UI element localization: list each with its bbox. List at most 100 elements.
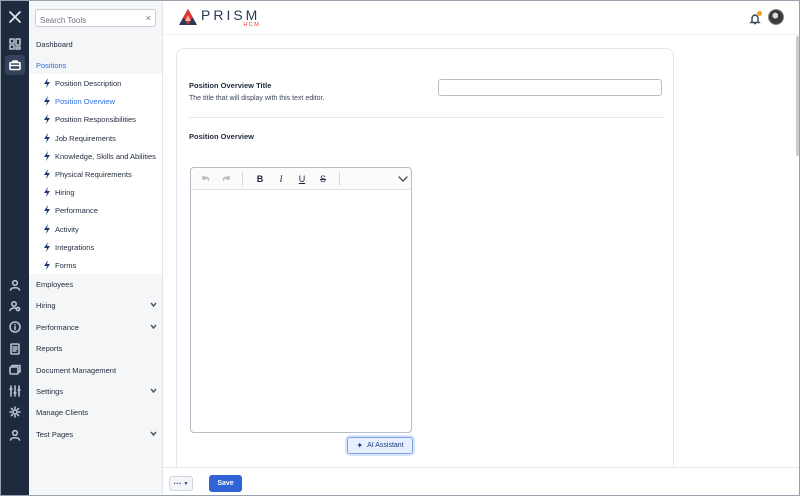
sidebar-item-label: Hiring	[36, 300, 56, 310]
report-icon[interactable]	[5, 339, 25, 359]
search-box: ×	[35, 9, 156, 29]
overview-title-description: The title that will display with this te…	[189, 95, 325, 102]
dashboard-icon[interactable]	[5, 34, 25, 54]
chevron-down-icon	[150, 323, 157, 330]
sidebar-item-label: Manage Clients	[36, 407, 89, 417]
bolt-icon	[43, 169, 51, 179]
clear-search-icon[interactable]: ×	[146, 12, 151, 24]
form-card: Position Overview Title The title that w…	[176, 48, 674, 495]
bolt-icon	[43, 260, 51, 270]
sidebar-subitem[interactable]: Performance	[29, 201, 162, 219]
prism-logo[interactable]: PRISM HCM	[178, 8, 260, 28]
sidebar-item-label: Settings	[36, 386, 64, 396]
sidebar-item-label: Document Management	[36, 365, 117, 375]
main-content: Position Overview Title The title that w…	[163, 36, 799, 495]
save-button[interactable]: Save	[209, 475, 242, 492]
bolt-icon	[43, 133, 51, 143]
sidebar-subitem[interactable]: Hiring	[29, 183, 162, 201]
redo-icon[interactable]	[220, 173, 232, 185]
toolbar-separator	[242, 172, 243, 186]
bolt-icon	[43, 78, 51, 88]
person-search-icon[interactable]	[5, 296, 25, 316]
sidebar-item-test-pages[interactable]: Test Pages	[29, 425, 162, 443]
overview-title-label: Position Overview Title	[189, 81, 272, 90]
sidebar-subitem[interactable]: Position Description	[29, 74, 162, 92]
info-icon[interactable]	[5, 317, 25, 337]
chevron-down-icon	[150, 301, 157, 308]
sidebar-item-label: Performance	[36, 322, 79, 332]
sidebar-item-label: Positions	[36, 60, 67, 70]
underline-button[interactable]: U	[296, 173, 308, 185]
sidebar-subitem[interactable]: Integrations	[29, 238, 162, 256]
undo-icon[interactable]	[199, 173, 211, 185]
caret-down-icon: ▼	[183, 480, 189, 487]
more-actions-label: ···	[173, 479, 182, 488]
ai-assistant-label: AI Assistant	[367, 442, 404, 449]
user-avatar[interactable]	[768, 9, 784, 25]
chevron-down-icon	[150, 430, 157, 437]
folders-icon[interactable]	[5, 360, 25, 380]
close-icon[interactable]	[5, 7, 25, 27]
bolt-icon	[43, 151, 51, 161]
sidebar-item-dashboard[interactable]: Dashboard	[29, 35, 162, 53]
ai-assistant-button[interactable]: ✦ AI Assistant	[347, 437, 413, 454]
positions-submenu: Position Description Position Overview P…	[29, 74, 162, 274]
top-header: PRISM HCM	[163, 1, 799, 35]
bold-button[interactable]: B	[254, 173, 266, 185]
sidebar-item-employees[interactable]: Employees	[29, 275, 162, 293]
scrollbar[interactable]	[796, 36, 799, 156]
sidebar-item-hiring[interactable]: Hiring	[29, 296, 162, 314]
sidebar-subitem[interactable]: Knowledge, Skills and Abilities	[29, 147, 162, 165]
sidebar-subitem[interactable]: Forms	[29, 256, 162, 274]
sidebar-item-positions[interactable]: Positions	[29, 56, 162, 74]
sidebar-item-performance[interactable]: Performance	[29, 318, 162, 336]
icon-rail	[1, 1, 29, 495]
search-input[interactable]	[36, 12, 136, 29]
rich-text-editor[interactable]: B I U S	[190, 167, 412, 433]
sidebar-item-label: Test Pages	[36, 429, 74, 439]
sidebar-item-label: Dashboard	[36, 39, 73, 49]
sidebar-subitem-label: Position Overview	[55, 96, 116, 106]
italic-button[interactable]: I	[275, 173, 287, 185]
sidebar-subitem[interactable]: Physical Requirements	[29, 165, 162, 183]
bolt-icon	[43, 205, 51, 215]
briefcase-icon[interactable]	[5, 55, 25, 75]
sidebar-item-document-management[interactable]: Document Management	[29, 361, 162, 379]
sidebar-subitem[interactable]: Job Requirements	[29, 129, 162, 147]
toolbar-separator	[339, 172, 340, 186]
gear-icon[interactable]	[5, 402, 25, 422]
bolt-icon	[43, 242, 51, 252]
bolt-icon	[43, 224, 51, 234]
sidebar-subitem-label: Job Requirements	[55, 133, 116, 143]
brand-name: PRISM	[201, 7, 261, 23]
sidebar-item-settings[interactable]: Settings	[29, 382, 162, 400]
sidebar-subitem-label: Forms	[55, 260, 77, 270]
sidebar-subitem-label: Physical Requirements	[55, 169, 132, 179]
editor-toolbar: B I U S	[191, 168, 411, 190]
settings-sliders-icon[interactable]	[5, 381, 25, 401]
overview-title-input[interactable]	[438, 79, 662, 96]
sidebar-item-label: Reports	[36, 343, 63, 353]
sidebar-subitem-current[interactable]: Position Overview	[29, 92, 162, 110]
sidebar-item-reports[interactable]: Reports	[29, 339, 162, 357]
chevron-down-icon[interactable]	[397, 173, 409, 185]
more-actions-button[interactable]: ··· ▼	[169, 476, 193, 491]
sidebar-subitem-label: Activity	[55, 224, 79, 234]
footer-bar: ··· ▼ Save	[163, 467, 799, 495]
sidebar-subitem[interactable]: Position Responsibilities	[29, 110, 162, 128]
person-circle-icon[interactable]	[5, 425, 25, 445]
notification-dot	[757, 11, 762, 16]
chevron-down-icon	[150, 387, 157, 394]
sidebar-subitem-label: Integrations	[55, 242, 95, 252]
sidebar-item-manage-clients[interactable]: Manage Clients	[29, 403, 162, 421]
sidebar-item-label: Employees	[36, 279, 74, 289]
notifications-bell-icon[interactable]	[749, 11, 762, 25]
sidebar-subitem-label: Knowledge, Skills and Abilities	[55, 151, 156, 161]
divider	[189, 117, 665, 118]
sidebar-subitem[interactable]: Activity	[29, 220, 162, 238]
person-icon[interactable]	[5, 275, 25, 295]
bolt-icon	[43, 96, 51, 106]
sidebar: × Dashboard Positions Position Descripti…	[29, 1, 163, 495]
sparkle-icon: ✦	[356, 441, 364, 450]
strikethrough-button[interactable]: S	[317, 173, 329, 185]
